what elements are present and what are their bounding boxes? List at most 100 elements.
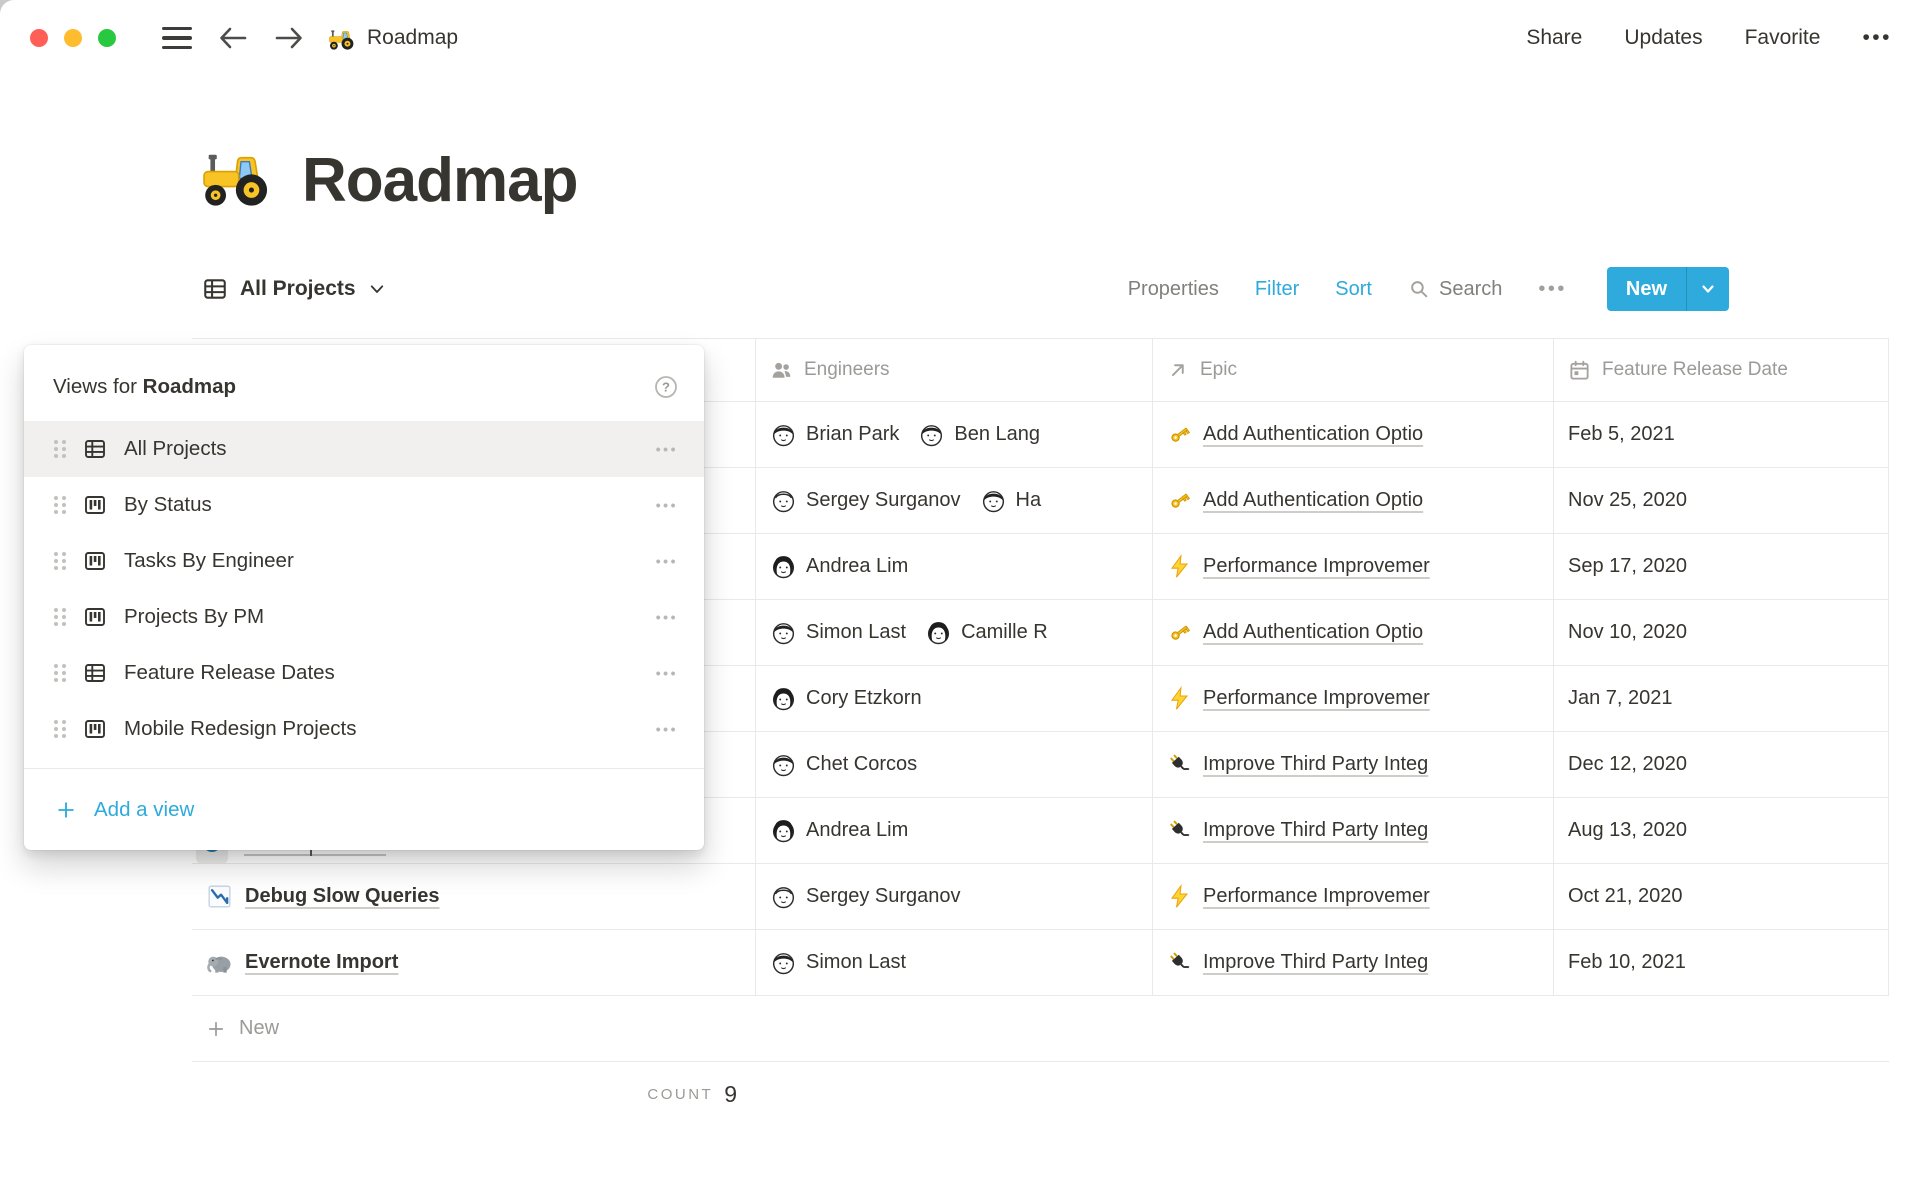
view-item-projects-by-pm[interactable]: Projects By PM•••	[24, 589, 704, 645]
column-header-feature-release-date[interactable]: Feature Release Date	[1553, 339, 1889, 401]
epic-link[interactable]: Performance Improvemer	[1203, 687, 1430, 710]
feature-release-date-cell[interactable]: Sep 17, 2020	[1553, 534, 1889, 599]
sidebar-toggle-icon[interactable]	[162, 27, 192, 49]
feature-release-date-cell[interactable]: Feb 5, 2021	[1553, 402, 1889, 467]
forward-arrow-icon[interactable]	[274, 25, 304, 51]
new-button[interactable]: New	[1607, 267, 1729, 311]
epic-link[interactable]: Add Authentication Optio	[1203, 621, 1423, 644]
page-icon-tractor[interactable]	[200, 138, 274, 212]
epic-cell[interactable]: Improve Third Party Integ	[1152, 930, 1553, 995]
close-window-button[interactable]	[30, 29, 48, 47]
engineers-cell[interactable]: Chet Corcos	[755, 732, 1152, 797]
page-title[interactable]: Roadmap	[302, 150, 577, 212]
board-view-icon	[83, 605, 107, 629]
view-item-feature-release-dates[interactable]: Feature Release Dates•••	[24, 645, 704, 701]
engineers-cell[interactable]: Brian ParkBen Lang	[755, 402, 1152, 467]
window-controls	[30, 29, 116, 47]
feature-release-date-cell[interactable]: Dec 12, 2020	[1553, 732, 1889, 797]
engineer-chip: Simon Last	[770, 949, 906, 976]
window-titlebar: Roadmap Share Updates Favorite •••	[0, 0, 1920, 76]
project-name-cell[interactable]: Evernote Import	[192, 930, 755, 995]
drag-handle-icon[interactable]	[54, 608, 66, 626]
engineer-name: Ben Lang	[954, 423, 1040, 446]
drag-handle-icon[interactable]	[54, 720, 66, 738]
epic-cell[interactable]: Add Authentication Optio	[1152, 468, 1553, 533]
drag-handle-icon[interactable]	[54, 496, 66, 514]
drag-handle-icon[interactable]	[54, 664, 66, 682]
filter-button[interactable]: Filter	[1255, 278, 1299, 301]
search-button[interactable]: Search	[1408, 278, 1502, 301]
epic-link[interactable]: Improve Third Party Integ	[1203, 753, 1428, 776]
properties-button[interactable]: Properties	[1128, 278, 1219, 301]
engineers-cell[interactable]: Simon Last	[755, 930, 1152, 995]
help-icon[interactable]: ?	[654, 375, 678, 399]
view-item-menu-icon[interactable]: •••	[656, 609, 678, 625]
epic-link[interactable]: Performance Improvemer	[1203, 555, 1430, 578]
avatar	[770, 553, 797, 580]
view-item-menu-icon[interactable]: •••	[656, 441, 678, 457]
engineers-cell[interactable]: Sergey Surganov	[755, 864, 1152, 929]
column-header-engineers[interactable]: Engineers	[755, 339, 1152, 401]
new-button-label[interactable]: New	[1607, 267, 1686, 311]
project-name-link[interactable]: Evernote Import	[245, 951, 398, 974]
project-name-cell[interactable]: Debug Slow Queries	[192, 864, 755, 929]
breadcrumb[interactable]: Roadmap	[328, 24, 458, 52]
favorite-button[interactable]: Favorite	[1745, 26, 1821, 50]
feature-release-date-cell[interactable]: Jan 7, 2021	[1553, 666, 1889, 731]
minimize-window-button[interactable]	[64, 29, 82, 47]
view-item-mobile-redesign-projects[interactable]: Mobile Redesign Projects•••	[24, 701, 704, 757]
avatar	[770, 949, 797, 976]
project-name-link[interactable]: Debug Slow Queries	[245, 885, 439, 908]
engineers-cell[interactable]: Cory Etzkorn	[755, 666, 1152, 731]
engineers-cell[interactable]: Andrea Lim	[755, 798, 1152, 863]
view-item-menu-icon[interactable]: •••	[656, 497, 678, 513]
view-item-menu-icon[interactable]: •••	[656, 665, 678, 681]
epic-cell[interactable]: Add Authentication Optio	[1152, 402, 1553, 467]
epic-cell[interactable]: Performance Improvemer	[1152, 534, 1553, 599]
epic-cell[interactable]: Improve Third Party Integ	[1152, 798, 1553, 863]
feature-release-date-cell[interactable]: Nov 25, 2020	[1553, 468, 1889, 533]
back-arrow-icon[interactable]	[218, 25, 248, 51]
view-item-menu-icon[interactable]: •••	[656, 553, 678, 569]
add-view-button[interactable]: Add a view	[24, 769, 704, 850]
feature-release-date-cell[interactable]: Aug 13, 2020	[1553, 798, 1889, 863]
column-header-epic[interactable]: Epic	[1152, 339, 1553, 401]
view-item-menu-icon[interactable]: •••	[656, 721, 678, 737]
engineer-name: Andrea Lim	[806, 555, 908, 578]
maximize-window-button[interactable]	[98, 29, 116, 47]
updates-button[interactable]: Updates	[1624, 26, 1702, 50]
epic-link[interactable]: Add Authentication Optio	[1203, 489, 1423, 512]
share-button[interactable]: Share	[1526, 26, 1582, 50]
engineers-cell[interactable]: Sergey SurganovHa	[755, 468, 1152, 533]
drag-handle-icon[interactable]	[54, 552, 66, 570]
drag-handle-icon[interactable]	[54, 440, 66, 458]
sort-button[interactable]: Sort	[1335, 278, 1372, 301]
view-item-tasks-by-engineer[interactable]: Tasks By Engineer•••	[24, 533, 704, 589]
engineers-cell[interactable]: Simon LastCamille R	[755, 600, 1152, 665]
feature-release-date-cell[interactable]: Feb 10, 2021	[1553, 930, 1889, 995]
view-options-icon[interactable]: •••	[1538, 278, 1567, 301]
view-item-all-projects[interactable]: All Projects•••	[24, 421, 704, 477]
zap-icon	[1167, 884, 1192, 909]
engineers-cell[interactable]: Andrea Lim	[755, 534, 1152, 599]
epic-cell[interactable]: Performance Improvemer	[1152, 666, 1553, 731]
feature-release-date-cell[interactable]: Nov 10, 2020	[1553, 600, 1889, 665]
engineer-chip: Andrea Lim	[770, 553, 908, 580]
epic-cell[interactable]: Improve Third Party Integ	[1152, 732, 1553, 797]
epic-link[interactable]: Improve Third Party Integ	[1203, 951, 1428, 974]
engineer-name: Sergey Surganov	[806, 885, 961, 908]
zap-icon	[1167, 686, 1192, 711]
feature-release-date-cell[interactable]: Oct 21, 2020	[1553, 864, 1889, 929]
epic-link[interactable]: Performance Improvemer	[1203, 885, 1430, 908]
more-menu-icon[interactable]: •••	[1862, 26, 1892, 50]
view-item-label: Mobile Redesign Projects	[124, 717, 656, 741]
add-row-button[interactable]: New	[192, 996, 1889, 1062]
plus-icon	[206, 1019, 226, 1039]
epic-link[interactable]: Improve Third Party Integ	[1203, 819, 1428, 842]
new-dropdown-chevron-icon[interactable]	[1687, 267, 1729, 311]
view-selector[interactable]: All Projects	[202, 276, 386, 302]
epic-cell[interactable]: Performance Improvemer	[1152, 864, 1553, 929]
epic-link[interactable]: Add Authentication Optio	[1203, 423, 1423, 446]
epic-cell[interactable]: Add Authentication Optio	[1152, 600, 1553, 665]
view-item-by-status[interactable]: By Status•••	[24, 477, 704, 533]
